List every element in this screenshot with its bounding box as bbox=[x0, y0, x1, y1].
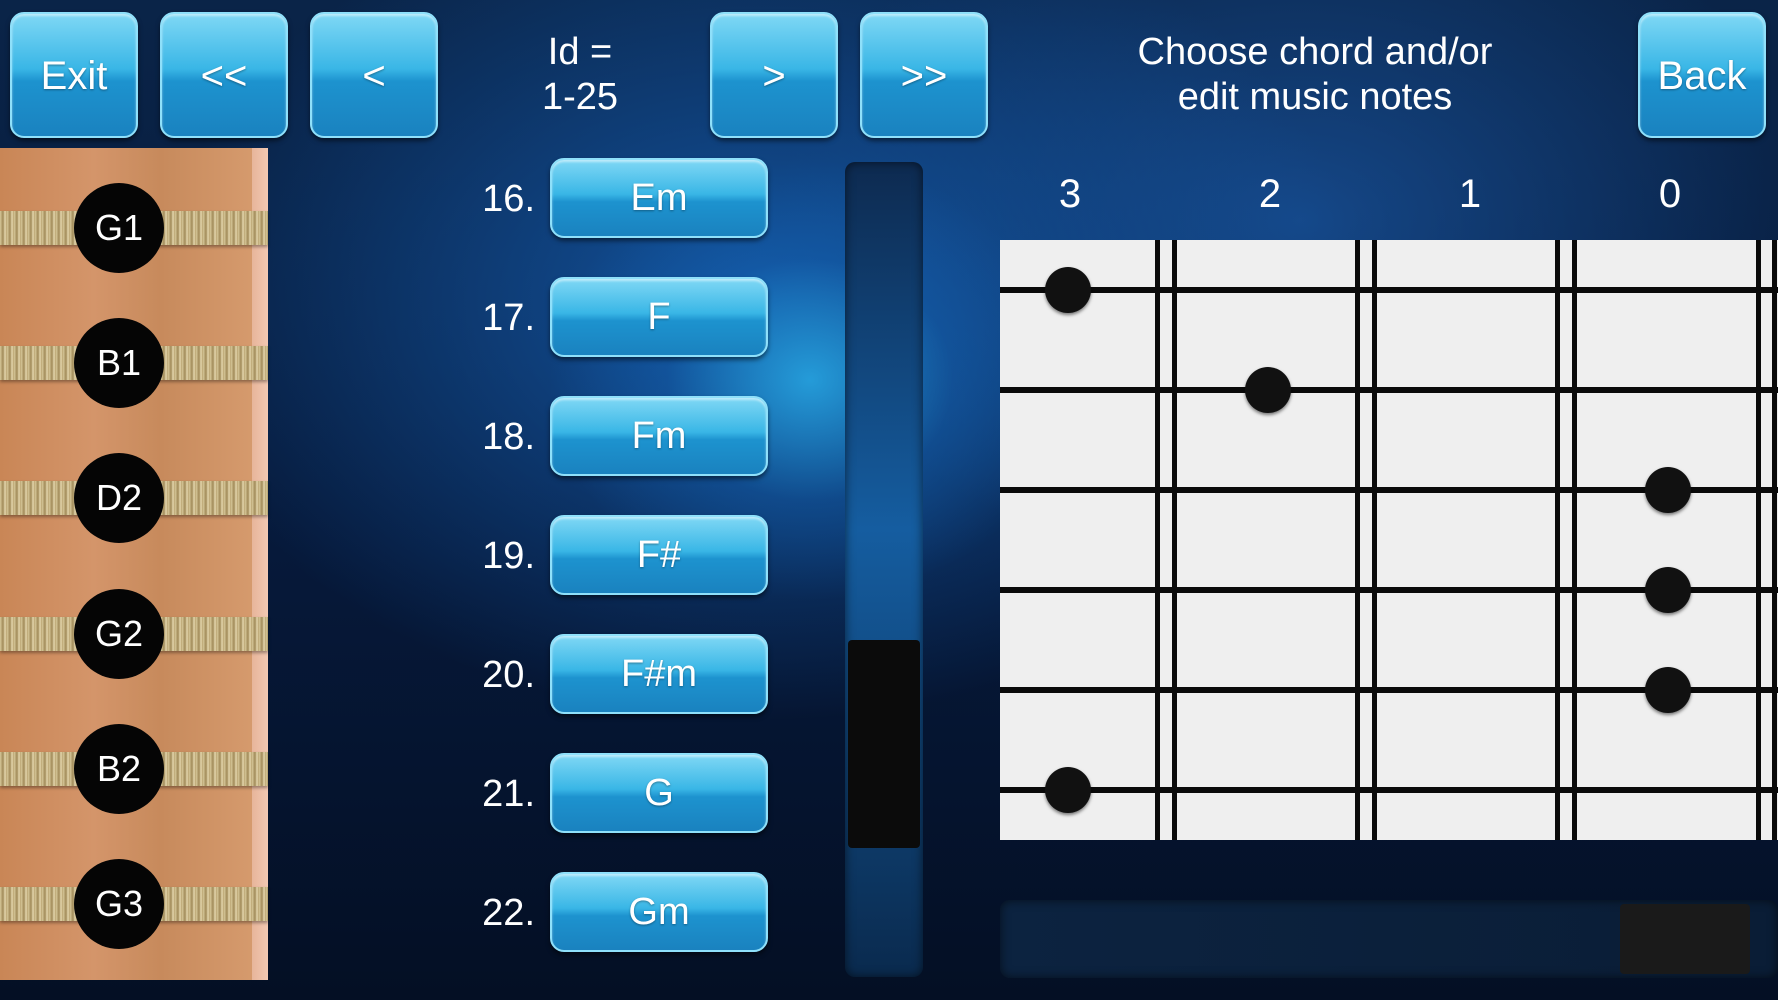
grid-string-line bbox=[1000, 387, 1778, 393]
grid-string-line bbox=[1000, 787, 1778, 793]
fret-line bbox=[1355, 240, 1360, 840]
chord-list-item: 22. Gm bbox=[440, 872, 770, 954]
fret-line bbox=[1772, 240, 1777, 840]
heading-line1: Choose chord and/or bbox=[1137, 31, 1493, 73]
fret-line bbox=[1555, 240, 1560, 840]
heading-line2: edit music notes bbox=[1177, 76, 1453, 118]
chord-list-item: 18. Fm bbox=[440, 396, 770, 478]
chord-button[interactable]: F#m bbox=[550, 634, 768, 714]
note-marker-string2-fret2[interactable] bbox=[1245, 367, 1291, 413]
string-row-b2: B2 bbox=[0, 724, 268, 814]
fret-line bbox=[1155, 240, 1160, 840]
chord-number: 20. bbox=[482, 654, 535, 696]
chord-number: 19. bbox=[482, 535, 535, 577]
string-note-button[interactable]: G1 bbox=[74, 183, 164, 273]
note-marker-string6-fret3[interactable] bbox=[1045, 767, 1091, 813]
chord-button[interactable]: Fm bbox=[550, 396, 768, 476]
string-note-button[interactable]: B2 bbox=[74, 724, 164, 814]
chord-list-scrollbar[interactable] bbox=[845, 162, 923, 977]
chord-button[interactable]: F bbox=[550, 277, 768, 357]
note-marker-string3-fret0[interactable] bbox=[1645, 467, 1691, 513]
fret-label: 3 bbox=[1058, 172, 1082, 216]
scrollbar-thumb[interactable] bbox=[848, 640, 920, 848]
previous-button[interactable]: < bbox=[310, 12, 438, 138]
chord-list-item: 20. F#m bbox=[440, 634, 770, 716]
chord-button[interactable]: Gm bbox=[550, 872, 768, 952]
string-note-button[interactable]: B1 bbox=[74, 318, 164, 408]
fret-line bbox=[1572, 240, 1577, 840]
next-button[interactable]: > bbox=[710, 12, 838, 138]
chord-button[interactable]: F# bbox=[550, 515, 768, 595]
chord-number: 18. bbox=[482, 416, 535, 458]
id-range-label: Id = 1-25 bbox=[500, 30, 660, 120]
scrollbar-thumb[interactable] bbox=[1620, 904, 1750, 974]
id-label-line1: Id = bbox=[547, 31, 613, 73]
note-marker-string5-fret0[interactable] bbox=[1645, 667, 1691, 713]
chord-list-item: 17. F bbox=[440, 277, 770, 359]
fret-line bbox=[1372, 240, 1377, 840]
chord-number: 22. bbox=[482, 892, 535, 934]
string-note-button[interactable]: G2 bbox=[74, 589, 164, 679]
string-row-g2: G2 bbox=[0, 589, 268, 679]
chord-button[interactable]: Em bbox=[550, 158, 768, 238]
chord-list-item: 21. G bbox=[440, 753, 770, 835]
fret-label: 1 bbox=[1458, 172, 1482, 216]
exit-button[interactable]: Exit bbox=[10, 12, 138, 138]
fretboard-scrollbar[interactable] bbox=[1000, 900, 1778, 978]
string-row-b1: B1 bbox=[0, 318, 268, 408]
string-row-g3: G3 bbox=[0, 859, 268, 949]
note-marker-string4-fret0[interactable] bbox=[1645, 567, 1691, 613]
fret-line bbox=[1172, 240, 1177, 840]
string-row-d2: D2 bbox=[0, 453, 268, 543]
fret-label: 0 bbox=[1658, 172, 1682, 216]
chord-number: 16. bbox=[482, 178, 535, 220]
chord-button[interactable]: G bbox=[550, 753, 768, 833]
back-button[interactable]: Back bbox=[1638, 12, 1766, 138]
chord-number: 21. bbox=[482, 773, 535, 815]
grid-string-line bbox=[1000, 287, 1778, 293]
fret-label: 2 bbox=[1258, 172, 1282, 216]
last-page-button[interactable]: >> bbox=[860, 12, 988, 138]
page-heading: Choose chord and/or edit music notes bbox=[1090, 30, 1540, 120]
chord-list-item: 16. Em bbox=[440, 158, 770, 240]
chord-list-item: 19. F# bbox=[440, 515, 770, 597]
fretboard-grid[interactable] bbox=[1000, 240, 1778, 840]
chord-number: 17. bbox=[482, 297, 535, 339]
first-page-button[interactable]: << bbox=[160, 12, 288, 138]
string-note-button[interactable]: G3 bbox=[74, 859, 164, 949]
id-label-line2: 1-25 bbox=[541, 76, 619, 118]
string-note-button[interactable]: D2 bbox=[74, 453, 164, 543]
note-marker-string1-fret3[interactable] bbox=[1045, 267, 1091, 313]
fret-line bbox=[1756, 240, 1761, 840]
string-row-g1: G1 bbox=[0, 183, 268, 273]
